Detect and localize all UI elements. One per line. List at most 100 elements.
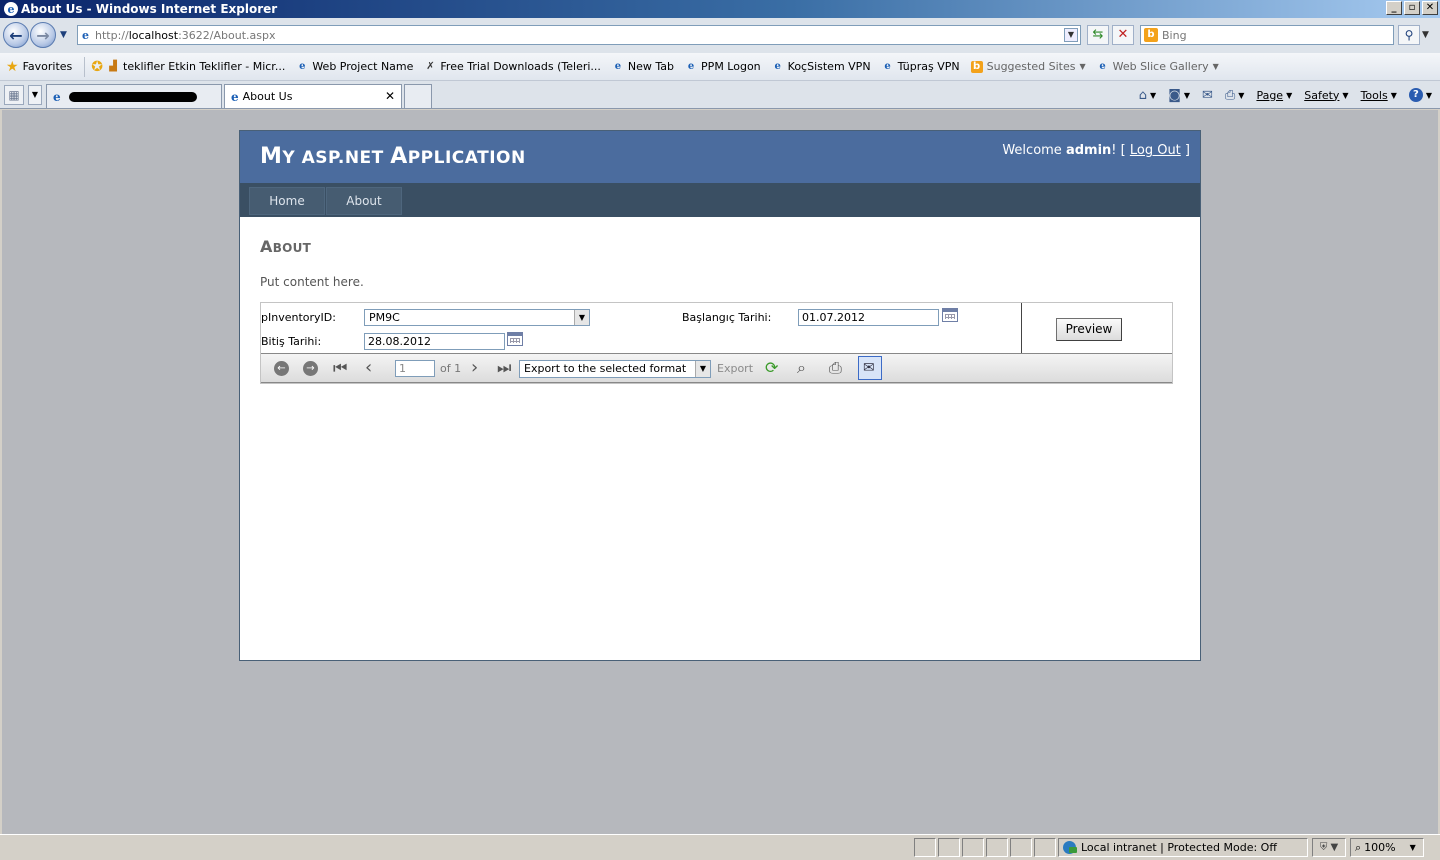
protected-mode-button[interactable]: ⛨ ▼ [1312,838,1346,857]
parameters-divider [1021,303,1022,353]
new-tab-button[interactable] [404,84,432,108]
export-format-select[interactable]: Export to the selected format ▼ [519,360,711,378]
last-page-icon[interactable]: ⏭ [497,359,511,377]
status-bar: Local intranet | Protected Mode: Off ⛨ ▼… [0,834,1440,860]
maximize-button[interactable]: ▫ [1404,1,1420,15]
status-cell [986,838,1008,857]
close-tab-icon[interactable]: ✕ [385,89,395,103]
page-number-input[interactable]: 1 [395,360,435,377]
preview-button[interactable]: Preview [1056,318,1122,341]
inventory-id-select[interactable]: PM9C ▼ [364,309,590,326]
print-icon[interactable]: ⎙ [829,359,842,377]
favorite-item[interactable]: e Tüpraş VPN [882,60,959,73]
refresh-report-icon[interactable]: ⟳ [765,359,778,377]
tab-about-us[interactable]: e About Us ✕ [224,84,402,108]
tab-redacted[interactable]: e [46,84,222,108]
magnifier-icon: ⚲ [1404,28,1414,42]
param-start-date-label: Başlangıç Tarihi: [682,311,772,324]
report-toolbar: ← → ⏮ ‹ 1 of 1 › ⏭ Export to the selecte… [261,353,1172,383]
add-to-favorites-bar-icon[interactable]: ✪ [91,59,103,75]
mail-button[interactable]: ✉ [1202,88,1213,103]
chevron-down-icon[interactable]: ▼ [574,310,589,325]
zoom-text: 100% [1364,841,1396,854]
forward-report-icon[interactable]: → [303,361,318,376]
previous-page-icon[interactable]: ‹ [365,359,372,377]
email-icon: ✉ [863,360,875,376]
favorite-item-label: Suggested Sites [986,60,1076,73]
page-count: of 1 [440,362,462,375]
favorite-item-web-slice-gallery[interactable]: e Web Slice Gallery ▼ [1097,60,1218,73]
calendar-icon[interactable] [942,308,958,322]
ie-page-icon: e [614,60,622,72]
status-cell [962,838,984,857]
address-bar[interactable]: e http://localhost:3622/About.aspx ▼ [77,25,1081,45]
chevron-down-icon: ▼ [1342,90,1349,100]
favorite-item[interactable]: e Web Project Name [296,60,413,73]
favorite-item[interactable]: ▟ teklifler Etkin Teklifler - Micr... [107,60,285,73]
favorite-item-label: PPM Logon [701,60,761,73]
export-link[interactable]: Export [717,362,753,375]
back-report-icon[interactable]: ← [274,361,289,376]
favorite-item[interactable]: e KoçSistem VPN [772,60,870,73]
safety-menu[interactable]: Safety ▼ [1304,89,1348,102]
tab-list-dropdown[interactable]: ▼ [28,85,42,105]
close-window-button[interactable]: ✕ [1422,1,1438,15]
status-cell [938,838,960,857]
page-menu[interactable]: Page ▼ [1256,89,1292,102]
nav-item-about[interactable]: About [326,187,402,215]
chevron-down-icon: ▼ [1286,90,1293,100]
security-zone[interactable]: Local intranet | Protected Mode: Off [1058,838,1308,857]
forward-button[interactable]: → [30,22,56,48]
recent-pages-dropdown[interactable]: ▼ [60,30,67,40]
refresh-button[interactable]: ⇆ [1087,25,1109,45]
zoom-level[interactable]: ⌕ 100% ▼ [1350,838,1424,857]
quick-tabs-button[interactable]: ▦ [4,85,24,105]
tools-menu[interactable]: Tools ▼ [1361,89,1397,102]
url-host: localhost [128,28,179,42]
help-menu[interactable]: ? ▼ [1408,88,1432,102]
ie-page-icon: e [53,89,61,104]
feeds-button[interactable]: ◙ ▼ [1168,88,1190,103]
rss-icon: ◙ [1168,87,1181,103]
first-page-icon[interactable]: ⏮ [333,359,347,377]
bracket-open: ! [ [1111,143,1130,158]
search-input[interactable]: b Bing [1140,25,1394,45]
search-options-dropdown[interactable]: ▼ [1422,30,1429,40]
chevron-down-icon: ▼ [1425,90,1432,100]
favorite-item[interactable]: e New Tab [612,60,674,73]
favorites-star-icon: ★ [6,58,19,75]
stop-button[interactable]: ✕ [1112,25,1134,45]
tab-label: About Us [242,90,293,103]
print-button[interactable]: ⎙ ▼ [1225,88,1245,103]
calendar-icon[interactable] [507,332,523,346]
favorites-button[interactable]: Favorites [23,60,73,73]
nav-menu: Home About [240,183,1200,217]
start-date-input[interactable]: 01.07.2012 [798,309,939,326]
minimize-button[interactable]: _ [1386,1,1402,15]
forward-arrow-icon: → [36,25,50,45]
next-page-icon[interactable]: › [471,359,478,377]
email-report-button[interactable]: ✉ [858,356,882,380]
printer-icon: ⎙ [1224,87,1236,103]
refresh-icon: ⇆ [1092,27,1104,42]
ie-page-icon: e [687,60,695,72]
back-button[interactable]: ← [3,22,29,48]
address-dropdown-button[interactable]: ▼ [1064,28,1078,42]
search-button[interactable]: ⚲ [1398,25,1420,45]
favorite-item[interactable]: ✗ Free Trial Downloads (Teleri... [424,60,601,73]
report-parameters: pInventoryID: PM9C ▼ Başlangıç Tarihi: 0… [261,303,1022,353]
ie-page-icon: e [299,60,306,72]
logout-link[interactable]: Log Out [1130,143,1181,158]
find-icon[interactable]: ⌕ [797,359,806,377]
nav-item-home[interactable]: Home [249,187,325,215]
favorite-item-suggested-sites[interactable]: b Suggested Sites ▼ [970,60,1086,73]
home-button[interactable]: ⌂ ▼ [1139,88,1156,103]
welcome-text: Welcome [1002,143,1066,158]
page-title: ABOUT [260,237,312,256]
favorite-item[interactable]: e PPM Logon [685,60,761,73]
chevron-down-icon[interactable]: ▼ [695,361,710,377]
chevron-down-icon: ▼ [1079,62,1086,71]
ie-page-icon: e [1099,60,1106,72]
home-icon: ⌂ [1138,87,1148,103]
end-date-input[interactable]: 28.08.2012 [364,333,505,350]
